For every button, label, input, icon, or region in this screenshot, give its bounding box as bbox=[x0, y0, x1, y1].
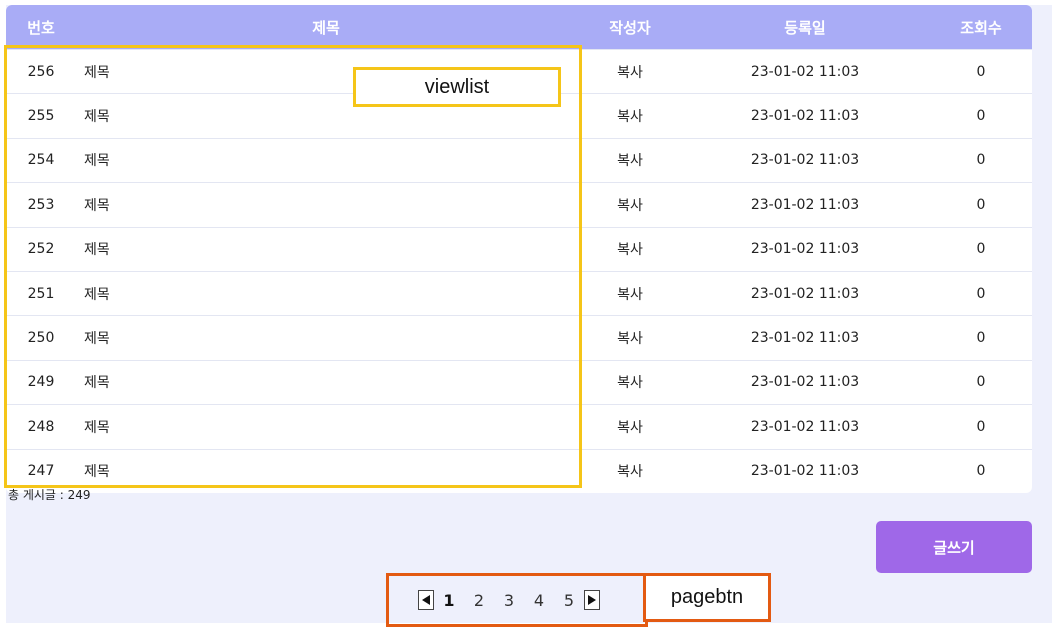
viewlist-annotation-box bbox=[4, 45, 582, 488]
post-views: 0 bbox=[976, 241, 986, 258]
post-views: 0 bbox=[976, 108, 986, 125]
post-date: 23-01-02 11:03 bbox=[750, 330, 860, 347]
post-date: 23-01-02 11:03 bbox=[750, 418, 860, 435]
header-num: 번호 bbox=[27, 18, 55, 37]
pagebtn-annotation-box bbox=[386, 573, 648, 627]
post-writer: 복사 bbox=[617, 464, 643, 481]
post-writer: 복사 bbox=[617, 242, 643, 259]
post-writer: 복사 bbox=[617, 331, 643, 348]
post-date: 23-01-02 11:03 bbox=[750, 374, 860, 391]
post-views: 0 bbox=[976, 152, 986, 169]
post-date: 23-01-02 11:03 bbox=[750, 285, 860, 302]
post-writer: 복사 bbox=[617, 153, 643, 170]
post-views: 0 bbox=[976, 63, 986, 80]
post-writer: 복사 bbox=[617, 375, 643, 392]
post-writer: 복사 bbox=[617, 197, 643, 214]
header-date: 등록일 bbox=[784, 18, 826, 37]
post-date: 23-01-02 11:03 bbox=[750, 108, 860, 125]
post-views: 0 bbox=[976, 374, 986, 391]
header-writer: 작성자 bbox=[609, 18, 651, 37]
post-date: 23-01-02 11:03 bbox=[750, 241, 860, 258]
viewlist-annotation-label: viewlist bbox=[353, 67, 561, 107]
post-date: 23-01-02 11:03 bbox=[750, 63, 860, 80]
header-views: 조회수 bbox=[960, 18, 1002, 37]
pagebtn-annotation-label: pagebtn bbox=[643, 573, 771, 622]
post-writer: 복사 bbox=[617, 419, 643, 436]
header-title: 제목 bbox=[312, 18, 340, 37]
table-header: 번호 제목 작성자 등록일 조회수 bbox=[6, 5, 1032, 49]
post-views: 0 bbox=[976, 196, 986, 213]
post-date: 23-01-02 11:03 bbox=[750, 463, 860, 480]
post-views: 0 bbox=[976, 330, 986, 347]
post-date: 23-01-02 11:03 bbox=[750, 152, 860, 169]
post-views: 0 bbox=[976, 463, 986, 480]
post-writer: 복사 bbox=[617, 64, 643, 81]
post-views: 0 bbox=[976, 285, 986, 302]
post-date: 23-01-02 11:03 bbox=[750, 196, 860, 213]
post-views: 0 bbox=[976, 418, 986, 435]
total-posts-count: 총 게시글 : 249 bbox=[8, 488, 91, 502]
post-writer: 복사 bbox=[617, 286, 643, 303]
post-writer: 복사 bbox=[617, 109, 643, 126]
write-post-button[interactable]: 글쓰기 bbox=[876, 521, 1032, 573]
